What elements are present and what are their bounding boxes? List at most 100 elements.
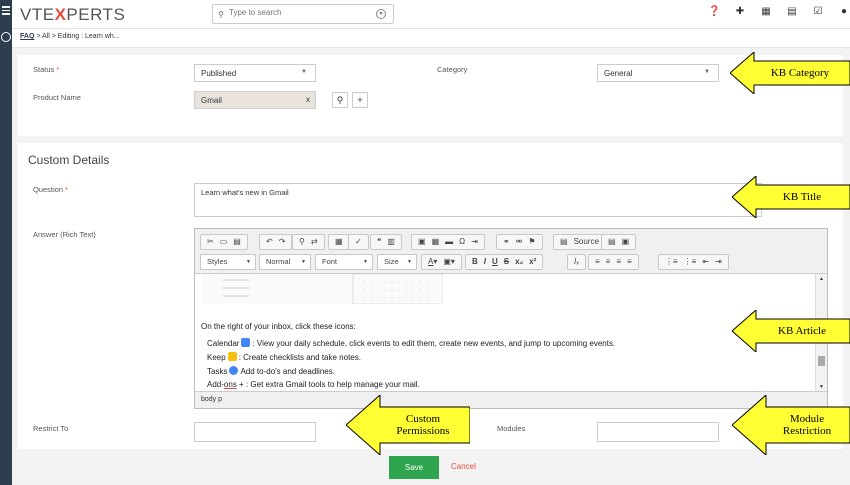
select-all-group: ▦ xyxy=(328,234,350,250)
image-icon[interactable]: ▣ xyxy=(418,235,426,249)
search-input[interactable] xyxy=(229,8,369,17)
styles-select[interactable]: Styles ▼ xyxy=(200,254,256,270)
align-justify-icon[interactable]: ≡ xyxy=(627,255,632,269)
scroll-thumb[interactable] xyxy=(818,356,825,366)
tasks-line: Tasks Add to-do's and deadlines. xyxy=(207,366,335,376)
omega-icon[interactable]: Ω xyxy=(459,235,465,249)
font-select[interactable]: Font ▼ xyxy=(315,254,373,270)
scroll-up-icon[interactable]: ▲ xyxy=(819,276,824,282)
tasks-icon[interactable]: ☑ xyxy=(812,6,824,18)
keep-line: Keep: Create checklists and take notes. xyxy=(207,352,361,362)
category-select[interactable]: General ▼ xyxy=(597,64,719,82)
restrict-to-label: Restrict To xyxy=(33,424,69,433)
anchor-icon[interactable]: ⚑ xyxy=(528,235,535,249)
user-icon[interactable]: ● xyxy=(838,6,850,18)
add-icon[interactable]: ✚ xyxy=(734,6,746,18)
format-select[interactable]: Normal ▼ xyxy=(259,254,311,270)
search-options-icon[interactable]: ▾ xyxy=(376,9,386,19)
breadcrumb-current: Editing : Learn wh... xyxy=(57,33,120,40)
calendar-icon xyxy=(241,338,251,347)
bold-icon[interactable]: B xyxy=(472,255,478,269)
keep-icon xyxy=(227,352,237,361)
top-bar: VTEXPERTS ⚲ ▾ ❓ ✚ ▦ ▤ ☑ ● xyxy=(12,0,850,29)
paste-icon[interactable]: ▤ xyxy=(233,235,241,249)
global-search[interactable]: ⚲ ▾ xyxy=(212,4,394,24)
basic-styles-group: B I U Sx₂ x² xyxy=(465,254,544,270)
remove-format-group: Iₓ xyxy=(567,254,587,270)
blockquote-icon[interactable]: ❝ xyxy=(377,235,381,249)
header-icons: ❓ ✚ ▦ ▤ ☑ ● xyxy=(694,6,850,18)
help-icon[interactable]: ❓ xyxy=(708,6,720,18)
outdent-icon[interactable]: ⇤ xyxy=(702,255,709,269)
main-details-panel xyxy=(18,55,843,136)
left-sidebar xyxy=(0,0,12,485)
size-select[interactable]: Size ▼ xyxy=(377,254,417,270)
editor-content[interactable]: On the right of your inbox, click these … xyxy=(195,274,817,392)
bullet-list-icon[interactable]: ⋮≡ xyxy=(684,255,697,269)
bg-color-icon[interactable]: ▣▾ xyxy=(443,255,455,269)
search-icon: ⚲ xyxy=(218,10,224,19)
list-group: ⋮≡ ⋮≡ ⇤ ⇥ xyxy=(658,254,729,270)
table-icon[interactable]: ▦ xyxy=(432,235,440,249)
underline-icon[interactable]: U xyxy=(492,255,498,269)
div-icon[interactable]: ▥ xyxy=(387,235,395,249)
cut-icon[interactable]: ✂ xyxy=(207,235,214,249)
menu-icon[interactable] xyxy=(2,6,10,17)
modules-input[interactable] xyxy=(597,422,719,442)
brand-logo[interactable]: VTEXPERTS xyxy=(20,5,125,25)
modules-label: Modules xyxy=(497,424,526,433)
subscript-icon[interactable]: x₂ xyxy=(515,255,523,269)
callout-kb-category: KB Category xyxy=(730,52,850,94)
globe-icon[interactable] xyxy=(1,32,11,42)
select-product-button[interactable]: ⚲ xyxy=(332,92,348,108)
spellcheck-icon[interactable]: ✓ xyxy=(355,235,362,249)
question-textarea[interactable]: Learn what's new in Gmail xyxy=(194,183,762,217)
add-product-button[interactable]: + xyxy=(352,92,368,108)
status-label: Status * xyxy=(33,65,60,74)
clipboard-group: ✂ ▭ ▤ xyxy=(200,234,248,250)
calendar-line: Calendar: View your daily schedule, clic… xyxy=(207,338,616,348)
redo-icon[interactable]: ↷ xyxy=(279,235,286,249)
preview-icon[interactable]: ▣ xyxy=(622,235,630,249)
align-right-icon[interactable]: ≡ xyxy=(616,255,621,269)
indent-icon[interactable]: ⇥ xyxy=(715,255,722,269)
product-name-field[interactable]: Gmail x xyxy=(194,91,316,109)
unlink-icon[interactable]: ⚮ xyxy=(516,235,523,249)
replace-icon[interactable]: ⇄ xyxy=(311,235,318,249)
search-icon: ⚲ xyxy=(336,95,344,105)
breadcrumb-module[interactable]: FAQ xyxy=(20,33,34,40)
remove-format-icon[interactable]: Iₓ xyxy=(574,255,579,269)
category-label: Category xyxy=(437,65,468,74)
clear-icon[interactable]: x xyxy=(306,95,310,104)
find-group: ⚲ ⇄ xyxy=(292,234,325,250)
pagebreak-icon[interactable]: ⇥ xyxy=(471,235,478,249)
tasks-icon xyxy=(229,366,239,375)
copy-icon[interactable]: ▭ xyxy=(220,235,228,249)
reports-icon[interactable]: ▤ xyxy=(786,6,798,18)
strike-icon[interactable]: S xyxy=(504,255,509,269)
status-select[interactable]: Published ▼ xyxy=(194,64,316,82)
align-left-icon[interactable]: ≡ xyxy=(595,255,600,269)
breadcrumb-all[interactable]: All xyxy=(42,33,50,40)
cancel-link[interactable]: Cancel xyxy=(451,462,476,471)
hr-icon[interactable]: ▬ xyxy=(445,235,453,249)
find-icon[interactable]: ⚲ xyxy=(299,235,305,249)
align-center-icon[interactable]: ≡ xyxy=(606,255,611,269)
plus-icon: + xyxy=(357,95,363,105)
select-all-icon[interactable]: ▦ xyxy=(335,235,343,249)
link-icon[interactable]: ⚭ xyxy=(503,235,510,249)
addons-line: Add-ons + : Get extra Gmail tools to hel… xyxy=(207,380,420,389)
template-icon[interactable]: ▤ xyxy=(608,235,616,249)
save-button[interactable]: Save xyxy=(389,456,439,479)
numbered-list-icon[interactable]: ⋮≡ xyxy=(665,255,678,269)
italic-icon[interactable]: I xyxy=(484,255,486,269)
text-color-icon[interactable]: A▾ xyxy=(428,255,437,269)
superscript-icon[interactable]: x² xyxy=(529,255,536,269)
undo-icon[interactable]: ↶ xyxy=(266,235,273,249)
section-title: Custom Details xyxy=(28,153,110,167)
source-button[interactable]: ▤ Source xyxy=(553,234,606,250)
restrict-to-input[interactable] xyxy=(194,422,316,442)
scroll-down-icon[interactable]: ▼ xyxy=(819,384,824,390)
callout-kb-title: KB Title xyxy=(732,176,850,218)
calendar-icon[interactable]: ▦ xyxy=(760,6,772,18)
